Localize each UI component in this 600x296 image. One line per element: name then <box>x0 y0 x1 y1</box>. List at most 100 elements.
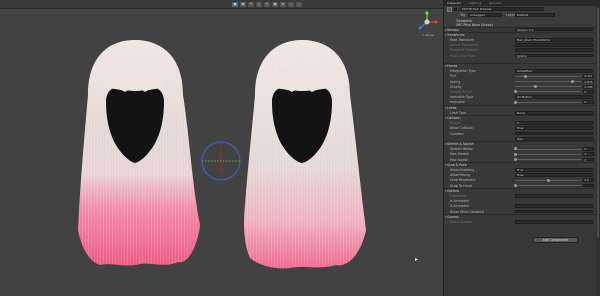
property-field[interactable]: True <box>515 126 593 131</box>
slider-value-field[interactable]: 0.157 <box>583 74 594 79</box>
section-divider <box>444 63 600 64</box>
property-field[interactable] <box>515 43 593 47</box>
section-header[interactable]: Collision <box>447 116 460 120</box>
tag-label: Tag <box>460 13 466 17</box>
slider-value-field[interactable]: 0 <box>583 89 594 94</box>
section-header[interactable]: Options <box>447 189 459 193</box>
property-label: Grab Movement <box>450 178 476 183</box>
slider-knob[interactable] <box>513 157 517 161</box>
slider-value-field[interactable] <box>583 183 594 188</box>
slider-value-field[interactable]: 0 <box>583 157 594 162</box>
property-field[interactable]: 0 <box>515 121 593 125</box>
property-field[interactable]: Hair_Root (Transform) <box>515 37 593 42</box>
property-row: Show Gizmos <box>444 219 600 224</box>
property-label: Pull <box>450 74 456 79</box>
property-field[interactable] <box>515 209 593 214</box>
section-header[interactable]: Gizmos <box>447 215 459 219</box>
slider-value-field[interactable]: 0 <box>583 100 594 105</box>
property-slider[interactable] <box>513 100 581 104</box>
property-label: Immobile Type <box>450 95 474 100</box>
slider-value-field[interactable]: 0.5 <box>583 178 594 183</box>
slider-knob[interactable] <box>546 178 550 182</box>
property-field[interactable] <box>515 48 593 53</box>
property-slider[interactable] <box>515 79 581 83</box>
property-slider[interactable] <box>513 147 581 151</box>
property-label: Allow Grabbing <box>450 167 475 172</box>
tab-inspector[interactable]: Inspector <box>447 1 461 5</box>
property-slider[interactable] <box>515 74 581 78</box>
property-slider[interactable] <box>513 90 581 94</box>
inspector-scrollbar[interactable] <box>596 6 600 296</box>
scene-view[interactable]: ● ▦ ☀ ♫ ✶ ▣ ≡ ⌕ ⋮ < Persp ▸ <box>0 0 443 296</box>
section-header[interactable]: Transforms <box>447 33 465 37</box>
property-field[interactable]: All Motion <box>515 95 593 99</box>
section-divider <box>444 187 600 189</box>
slider-knob[interactable] <box>513 183 517 187</box>
property-label: Allow Collision <box>450 126 473 131</box>
slider-value-field[interactable]: 0 <box>583 152 594 157</box>
section-header[interactable]: Limits <box>447 106 457 110</box>
object-name-field[interactable]: Mi7HR Hair Preview <box>460 7 544 11</box>
tag-dropdown[interactable]: Untagged <box>468 12 502 17</box>
section-divider <box>444 31 600 33</box>
property-label: Parameter <box>450 193 467 198</box>
section-header[interactable]: Stretch & Squish <box>447 142 474 146</box>
property-field[interactable]: Size <box>515 136 593 141</box>
property-slider[interactable] <box>513 157 581 161</box>
section-divider <box>444 104 600 106</box>
property-label: Endpoint Position <box>450 48 478 53</box>
slider-knob[interactable] <box>533 85 537 88</box>
property-field[interactable] <box>515 204 593 209</box>
slider-value-field[interactable]: 0 <box>583 147 594 151</box>
hair-viewport-render <box>78 40 366 269</box>
property-slider[interactable] <box>515 178 581 182</box>
property-field[interactable]: None <box>515 110 593 115</box>
property-slider[interactable] <box>513 152 581 156</box>
property-field[interactable] <box>515 131 593 136</box>
property-label: Spring <box>450 79 461 84</box>
property-label: Multi Child Type <box>450 53 476 58</box>
section-divider <box>444 26 600 28</box>
perspective-label[interactable]: < Persp <box>422 33 434 37</box>
property-label: Stretch Motion <box>450 147 474 152</box>
tab-services[interactable]: Services <box>489 1 502 5</box>
mouse-cursor-icon: ▸ <box>415 256 419 263</box>
property-label: Is Animated <box>450 204 469 209</box>
property-slider[interactable] <box>515 85 581 88</box>
property-field[interactable] <box>515 193 593 198</box>
property-label: Allow Posing <box>450 173 470 178</box>
property-field[interactable] <box>515 219 593 224</box>
property-label: Integration Type <box>450 69 476 74</box>
slider-knob[interactable] <box>513 152 517 156</box>
section-header[interactable]: Grab & Pose <box>447 163 467 167</box>
property-label: Ignore Transforms <box>450 43 479 48</box>
property-label: Is Animated <box>450 199 469 204</box>
active-checkbox[interactable] <box>454 7 458 11</box>
property-field[interactable]: Simplified <box>515 69 593 73</box>
slider-value-field[interactable]: 0.876 <box>583 79 594 84</box>
section-divider <box>444 115 600 116</box>
slider-value-field[interactable]: 0.306 <box>583 84 594 89</box>
slider-knob[interactable] <box>513 90 517 94</box>
hair-model-right <box>244 40 366 269</box>
property-label: Colliders <box>450 131 464 136</box>
property-field[interactable]: True <box>515 173 593 177</box>
tab-lighting[interactable]: Lighting <box>469 1 481 5</box>
gameobject-icon <box>447 7 452 12</box>
property-label: Radius <box>450 121 461 126</box>
property-field[interactable]: Ignore <box>515 53 593 58</box>
property-slider[interactable] <box>513 183 581 187</box>
slider-knob[interactable] <box>523 74 527 78</box>
property-field[interactable]: Version 1.1 <box>515 27 593 32</box>
hair-model-left <box>78 40 200 266</box>
layer-dropdown[interactable]: Default <box>515 12 555 17</box>
inspector-panel: Inspector Lighting Services Mi7HR Hair P… <box>443 0 600 296</box>
section-header[interactable]: Forces <box>447 64 457 68</box>
slider-knob[interactable] <box>513 100 517 104</box>
layer-label: Layer <box>506 13 515 17</box>
add-component-button[interactable]: Add Component <box>533 237 578 243</box>
transform-gizmo <box>201 141 241 181</box>
slider-knob[interactable] <box>513 147 517 151</box>
slider-knob[interactable] <box>571 79 575 83</box>
property-field[interactable]: True <box>515 167 593 172</box>
